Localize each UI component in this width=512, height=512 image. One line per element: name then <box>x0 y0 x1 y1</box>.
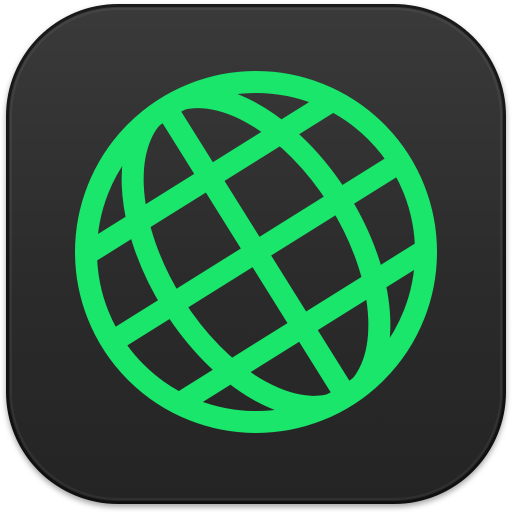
globe-icon <box>32 62 480 442</box>
app-icon-stage <box>0 0 512 512</box>
